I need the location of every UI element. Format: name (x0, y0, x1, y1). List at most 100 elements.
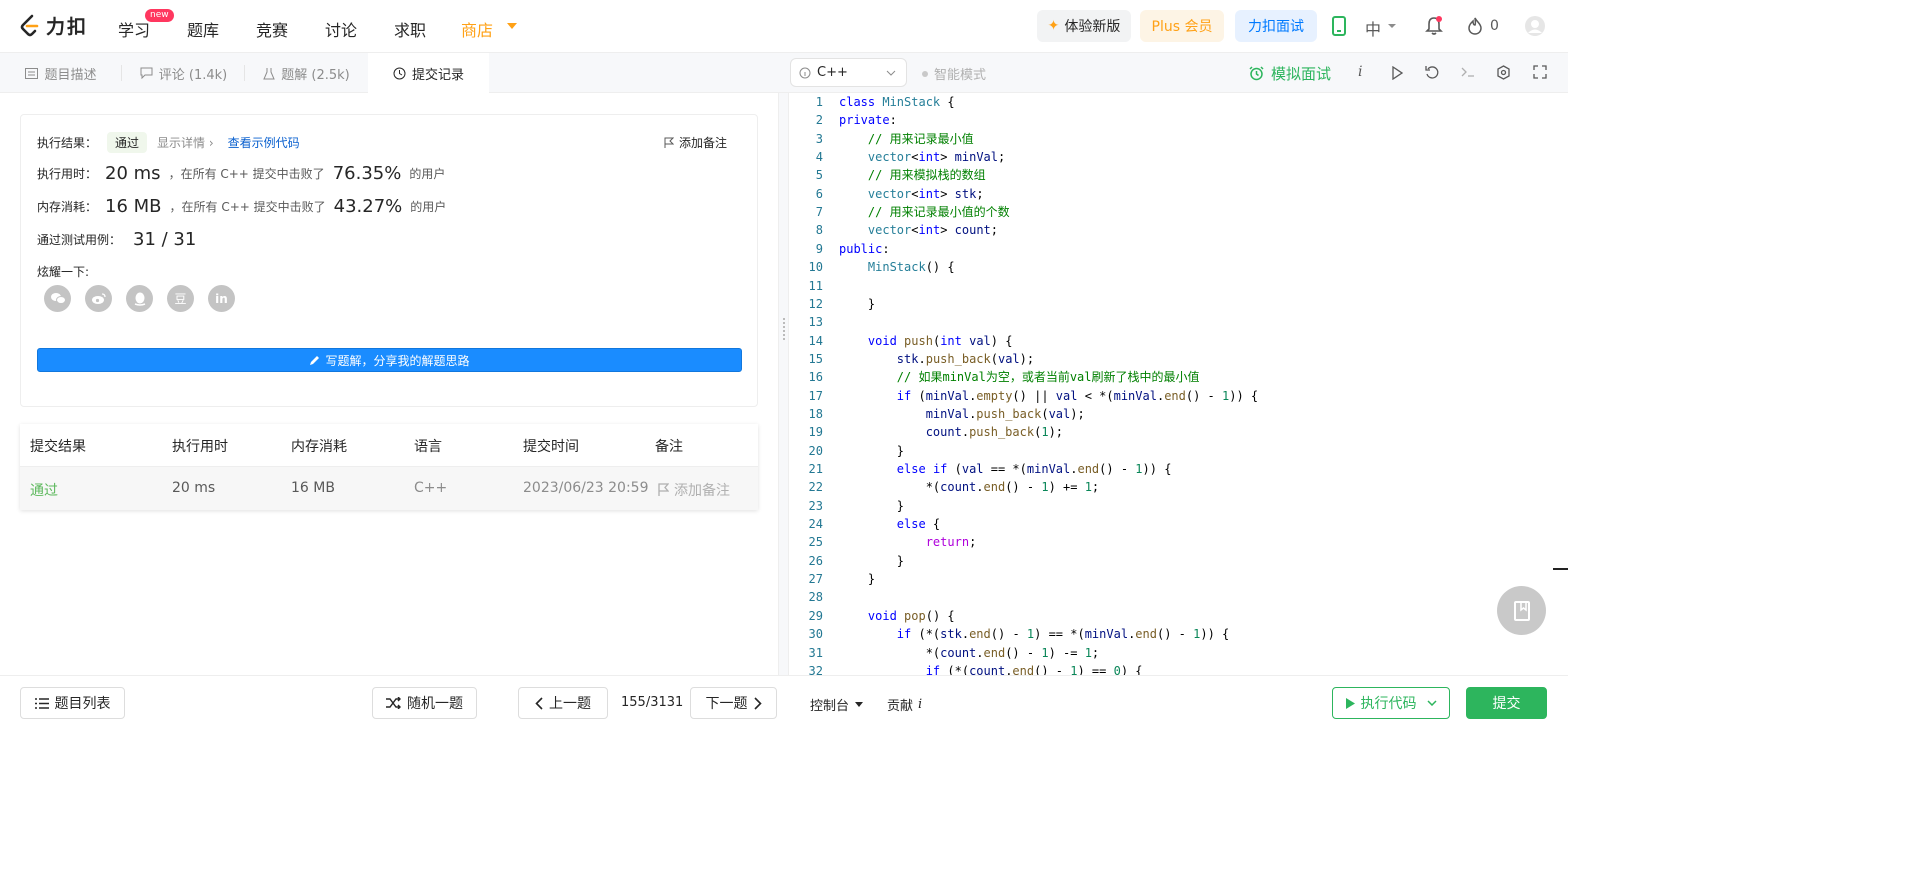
phone-icon[interactable] (1331, 16, 1347, 36)
code-line[interactable]: 11 (790, 277, 1550, 295)
console-toggle[interactable]: 控制台 (810, 695, 864, 714)
wechat-share-icon[interactable] (44, 285, 71, 312)
tab-solutions[interactable]: 题解 (2.5k) (245, 53, 368, 93)
qq-share-icon[interactable] (126, 285, 153, 312)
code-line[interactable]: 24 else { (790, 515, 1550, 533)
prev-problem-button[interactable]: 上一题 (518, 687, 608, 719)
panel-splitter[interactable] (778, 93, 789, 675)
show-details-link[interactable]: 显示详情 › (157, 134, 214, 151)
leetcode-interview-button[interactable]: 力扣面试 (1235, 10, 1317, 42)
language-switch[interactable]: 中 (1365, 16, 1381, 40)
code-line[interactable]: 21 else if (val == *(minVal.end() - 1)) … (790, 460, 1550, 478)
chevron-down-icon[interactable] (1387, 23, 1397, 29)
code-line[interactable]: 28 (790, 588, 1550, 606)
try-new-version-button[interactable]: ✦ 体验新版 (1037, 10, 1131, 42)
points-count: 0 (1490, 18, 1499, 34)
code-line[interactable]: 14 void push(int val) { (790, 332, 1550, 350)
run-code-button[interactable]: 执行代码 (1332, 687, 1450, 719)
code-line[interactable]: 19 count.push_back(1); (790, 423, 1550, 441)
nav-item-contest[interactable]: 竞赛 (256, 17, 288, 41)
flame-icon[interactable] (1468, 17, 1482, 35)
weibo-share-icon[interactable] (85, 285, 112, 312)
mock-interview-label: 模拟面试 (1271, 65, 1332, 83)
code-line[interactable]: 29 void pop() { (790, 607, 1550, 625)
problem-list-label: 题目列表 (54, 696, 111, 712)
code-line[interactable]: 15 stk.push_back(val); (790, 350, 1550, 368)
code-line[interactable]: 10 MinStack() { (790, 258, 1550, 276)
problem-list-button[interactable]: 题目列表 (20, 687, 125, 719)
line-number: 16 (808, 370, 823, 385)
code-line[interactable]: 13 (790, 313, 1550, 331)
code-text: // 用来记录最小值的个数 (867, 205, 1010, 220)
nav-item-jobs[interactable]: 求职 (394, 17, 426, 41)
line-number: 14 (808, 333, 823, 348)
view-sample-code-link[interactable]: 查看示例代码 (228, 134, 300, 151)
next-problem-button[interactable]: 下一题 (690, 687, 777, 719)
contribute-link[interactable]: 贡献 i (887, 695, 922, 714)
code-line[interactable]: 31 *(count.end() - 1) -= 1; (790, 644, 1550, 662)
smart-mode-toggle[interactable]: 智能模式 (922, 64, 986, 83)
code-line[interactable]: 9 public: (790, 240, 1550, 258)
share-label: 炫耀一下: (37, 265, 90, 279)
prev-problem-label: 上一题 (549, 696, 591, 712)
line-number: 18 (808, 406, 823, 421)
caret-down-icon[interactable] (506, 22, 518, 30)
code-text: else if (val == *(minVal.end() - 1)) { (896, 462, 1172, 476)
code-line[interactable]: 23 } (790, 497, 1550, 515)
code-line[interactable]: 17 if (minVal.empty() || val < *(minVal.… (790, 387, 1550, 405)
code-line[interactable]: 6 vector<int> stk; (790, 185, 1550, 203)
code-line[interactable]: 20 } (790, 442, 1550, 460)
code-editor[interactable]: 1 class MinStack {2 private: 3 // 用来记录最小值 4 … (790, 93, 1568, 675)
code-line[interactable]: 26 } (790, 552, 1550, 570)
code-line[interactable]: 27 } (790, 570, 1550, 588)
code-text: if (minVal.empty() || val < *(minVal.end… (896, 388, 1259, 403)
code-line[interactable]: 25 return; (790, 533, 1550, 551)
random-problem-button[interactable]: 随机一题 (372, 687, 477, 719)
row-add-note-button[interactable]: 添加备注 (658, 480, 730, 500)
submit-button[interactable]: 提交 (1466, 687, 1547, 719)
code-text: } (839, 553, 905, 568)
fullscreen-icon[interactable] (1533, 65, 1547, 79)
logo[interactable]: 力扣 (18, 12, 88, 39)
add-note-button[interactable]: 添加备注 (664, 134, 727, 151)
bell-icon[interactable] (1425, 16, 1443, 36)
douban-share-icon[interactable]: 豆 (167, 285, 194, 312)
nav-item-store[interactable]: 商店 (461, 17, 493, 41)
code-line[interactable]: 5 // 用来模拟栈的数组 (790, 166, 1550, 184)
reset-icon[interactable] (1425, 65, 1440, 80)
code-line[interactable]: 3 // 用来记录最小值 (790, 130, 1550, 148)
code-line[interactable]: 2 private: (790, 111, 1550, 129)
code-line[interactable]: 12 } (790, 295, 1550, 313)
code-line[interactable]: 8 vector<int> count; (790, 221, 1550, 239)
nav-item-problems[interactable]: 题库 (187, 17, 220, 57)
tab-submissions[interactable]: 提交记录 (368, 53, 489, 93)
write-solution-button[interactable]: 写题解，分享我的解题思路 (37, 348, 742, 372)
code-line[interactable]: 32 if (*(count.end() - 1) == 0) { (790, 662, 1550, 675)
linkedin-share-icon[interactable]: in (208, 285, 235, 312)
info-icon[interactable]: i (1358, 64, 1362, 80)
play-outline-icon[interactable] (1391, 66, 1403, 80)
nav-item-learn[interactable]: 学习 (118, 17, 150, 41)
language-select[interactable]: C++ (790, 58, 907, 87)
terminal-icon[interactable] (1461, 66, 1475, 78)
code-line[interactable]: 4 vector<int> minVal; (790, 148, 1550, 166)
tab-comments[interactable]: 评论 (1.4k) (122, 53, 245, 93)
notes-float-button[interactable] (1497, 586, 1546, 635)
result-label: 执行结果： (37, 136, 98, 150)
code-line[interactable]: 22 *(count.end() - 1) += 1; (790, 478, 1550, 496)
code-text: public: (839, 241, 890, 256)
tab-description[interactable]: 题目描述 (0, 53, 122, 93)
code-line[interactable]: 30 if (*(stk.end() - 1) == *(minVal.end(… (790, 625, 1550, 643)
row-status-link[interactable]: 通过 (30, 480, 58, 500)
code-line[interactable]: 1 class MinStack { (790, 93, 1550, 111)
avatar[interactable] (1524, 15, 1546, 37)
line-number: 19 (808, 425, 823, 440)
code-line[interactable]: 16 // 如果minVal为空，或者当前val刷新了栈中的最小值 (790, 368, 1550, 386)
comment-icon (140, 67, 153, 79)
plus-member-button[interactable]: Plus 会员 (1140, 10, 1224, 42)
code-line[interactable]: 7 // 用来记录最小值的个数 (790, 203, 1550, 221)
nav-item-discuss[interactable]: 讨论 (325, 17, 357, 41)
settings-icon[interactable] (1496, 65, 1511, 80)
code-line[interactable]: 18 minVal.push_back(val); (790, 405, 1550, 423)
mock-interview-button[interactable]: 模拟面试 (1249, 63, 1331, 84)
